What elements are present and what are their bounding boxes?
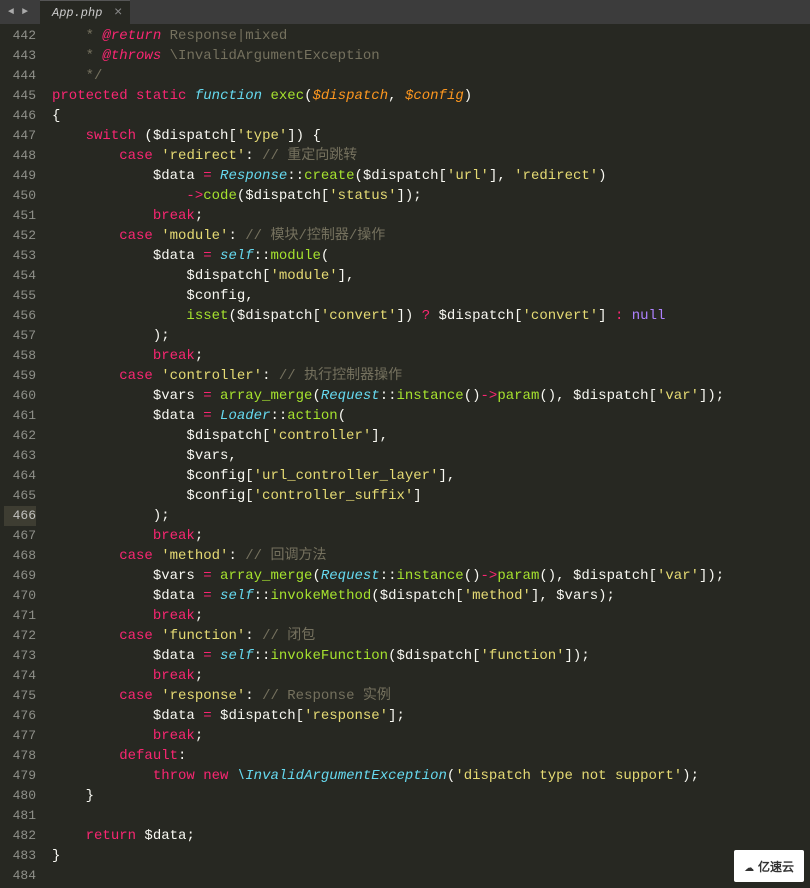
line-number: 462: [4, 426, 36, 446]
line-number: 472: [4, 626, 36, 646]
cloud-icon: ☁: [744, 856, 754, 876]
code-line[interactable]: ->code($dispatch['status']);: [52, 186, 810, 206]
line-number: 445: [4, 86, 36, 106]
code-line[interactable]: );: [52, 506, 810, 526]
code-line[interactable]: {: [52, 106, 810, 126]
code-line[interactable]: * @return Response|mixed: [52, 26, 810, 46]
nav-arrows: ◄ ►: [0, 5, 36, 19]
line-number: 467: [4, 526, 36, 546]
line-number: 465: [4, 486, 36, 506]
line-number: 461: [4, 406, 36, 426]
line-number: 457: [4, 326, 36, 346]
code-line[interactable]: $data = $dispatch['response'];: [52, 706, 810, 726]
line-number: 468: [4, 546, 36, 566]
code-line[interactable]: break;: [52, 726, 810, 746]
line-number: 454: [4, 266, 36, 286]
line-number: 443: [4, 46, 36, 66]
line-number: 464: [4, 466, 36, 486]
code-line[interactable]: break;: [52, 346, 810, 366]
code-line[interactable]: $data = self::invokeFunction($dispatch['…: [52, 646, 810, 666]
code-line[interactable]: $dispatch['module'],: [52, 266, 810, 286]
titlebar: ◄ ► App.php ×: [0, 0, 810, 24]
code-line[interactable]: $data = Response::create($dispatch['url'…: [52, 166, 810, 186]
code-line[interactable]: $dispatch['controller'],: [52, 426, 810, 446]
code-line[interactable]: case 'module': // 模块/控制器/操作: [52, 226, 810, 246]
code-line[interactable]: $vars = array_merge(Request::instance()-…: [52, 566, 810, 586]
code-line[interactable]: break;: [52, 206, 810, 226]
line-number: 471: [4, 606, 36, 626]
code-line[interactable]: break;: [52, 606, 810, 626]
code-line[interactable]: $config['controller_suffix']: [52, 486, 810, 506]
line-number: 456: [4, 306, 36, 326]
code-line[interactable]: $config['url_controller_layer'],: [52, 466, 810, 486]
code-line[interactable]: $vars = array_merge(Request::instance()-…: [52, 386, 810, 406]
editor: 4424434444454464474484494504514524534544…: [0, 24, 810, 888]
line-number: 446: [4, 106, 36, 126]
line-number: 474: [4, 666, 36, 686]
code-line[interactable]: case 'redirect': // 重定向跳转: [52, 146, 810, 166]
line-number: 469: [4, 566, 36, 586]
line-number: 450: [4, 186, 36, 206]
line-number: 466: [4, 506, 36, 526]
code-line[interactable]: protected static function exec($dispatch…: [52, 86, 810, 106]
code-line[interactable]: $data = Loader::action(: [52, 406, 810, 426]
code-line[interactable]: break;: [52, 666, 810, 686]
code-line[interactable]: throw new \InvalidArgumentException('dis…: [52, 766, 810, 786]
tab-filename: App.php: [52, 6, 102, 20]
line-number: 478: [4, 746, 36, 766]
line-number: 453: [4, 246, 36, 266]
line-number: 451: [4, 206, 36, 226]
code-line[interactable]: * @throws \InvalidArgumentException: [52, 46, 810, 66]
code-line[interactable]: }: [52, 846, 810, 866]
code-line[interactable]: $vars,: [52, 446, 810, 466]
code-line[interactable]: }: [52, 786, 810, 806]
line-number: 477: [4, 726, 36, 746]
line-number: 449: [4, 166, 36, 186]
nav-back-icon[interactable]: ◄: [4, 5, 18, 19]
line-number: 447: [4, 126, 36, 146]
code-line[interactable]: );: [52, 326, 810, 346]
code-line[interactable]: case 'function': // 闭包: [52, 626, 810, 646]
code-line[interactable]: $data = self::module(: [52, 246, 810, 266]
code-line[interactable]: case 'controller': // 执行控制器操作: [52, 366, 810, 386]
code-line[interactable]: $config,: [52, 286, 810, 306]
line-number: 484: [4, 866, 36, 886]
watermark-logo: ☁ 亿速云: [734, 850, 804, 882]
line-number: 463: [4, 446, 36, 466]
line-number: 482: [4, 826, 36, 846]
code-line[interactable]: default:: [52, 746, 810, 766]
line-number: 470: [4, 586, 36, 606]
line-number: 452: [4, 226, 36, 246]
code-line[interactable]: switch ($dispatch['type']) {: [52, 126, 810, 146]
line-number-gutter: 4424434444454464474484494504514524534544…: [0, 24, 44, 888]
code-line[interactable]: [52, 866, 810, 886]
line-number: 481: [4, 806, 36, 826]
line-number: 473: [4, 646, 36, 666]
line-number: 480: [4, 786, 36, 806]
line-number: 475: [4, 686, 36, 706]
line-number: 458: [4, 346, 36, 366]
line-number: 444: [4, 66, 36, 86]
nav-forward-icon[interactable]: ►: [18, 5, 32, 19]
code-line[interactable]: */: [52, 66, 810, 86]
code-line[interactable]: return $data;: [52, 826, 810, 846]
line-number: 448: [4, 146, 36, 166]
line-number: 483: [4, 846, 36, 866]
code-line[interactable]: case 'method': // 回调方法: [52, 546, 810, 566]
line-number: 459: [4, 366, 36, 386]
code-area[interactable]: * @return Response|mixed * @throws \Inva…: [44, 24, 810, 888]
code-line[interactable]: [52, 806, 810, 826]
line-number: 442: [4, 26, 36, 46]
logo-text: 亿速云: [758, 858, 794, 875]
line-number: 455: [4, 286, 36, 306]
code-line[interactable]: isset($dispatch['convert']) ? $dispatch[…: [52, 306, 810, 326]
code-line[interactable]: case 'response': // Response 实例: [52, 686, 810, 706]
code-line[interactable]: $data = self::invokeMethod($dispatch['me…: [52, 586, 810, 606]
code-line[interactable]: break;: [52, 526, 810, 546]
line-number: 460: [4, 386, 36, 406]
line-number: 476: [4, 706, 36, 726]
close-icon[interactable]: ×: [114, 5, 122, 21]
line-number: 479: [4, 766, 36, 786]
tab-active[interactable]: App.php ×: [40, 0, 130, 24]
